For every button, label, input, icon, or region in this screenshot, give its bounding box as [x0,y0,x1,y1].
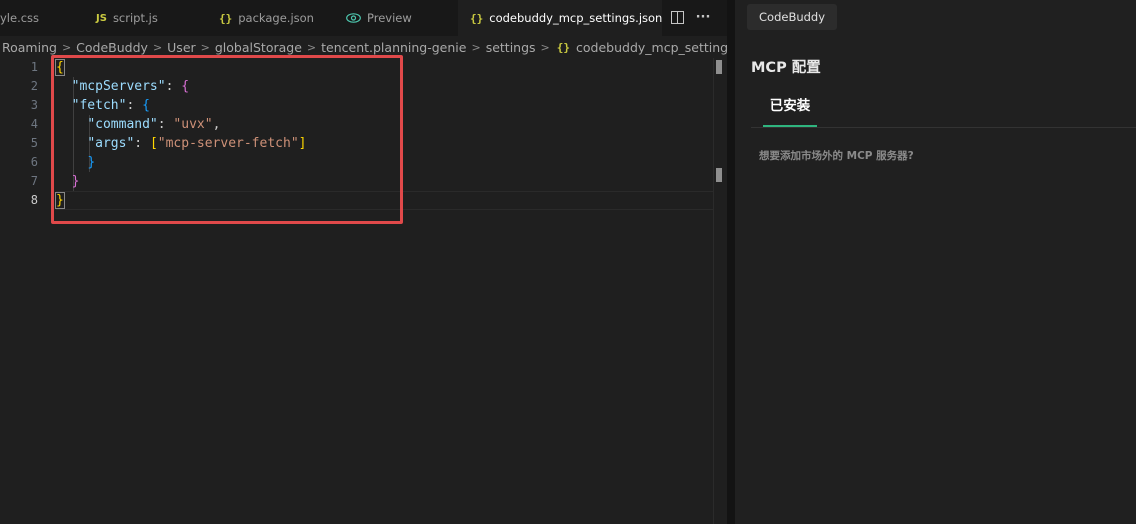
preview-eye-icon [346,13,361,23]
tab-label: script.js [112,11,158,25]
line-number: 6 [30,155,38,169]
line-number: 7 [30,174,38,188]
chevron-right-icon: > [152,40,163,54]
add-external-mcp-link[interactable]: 想要添加市场外的 MCP 服务器? [759,148,914,163]
line-number: 3 [30,98,38,112]
chevron-right-icon: > [540,40,550,54]
chevron-right-icon: > [200,40,210,54]
json-file-icon: {} [470,11,484,25]
tab-package-json[interactable]: {} package.json [219,0,329,36]
line-number: 8 [30,193,38,207]
line-number: 5 [30,136,38,150]
breadcrumb-item[interactable]: globalStorage [213,40,304,55]
breadcrumb-item[interactable]: codebuddy_mcp_settings.json [574,40,727,55]
tab-divider [751,127,1136,128]
panel-title: MCP 配置 [751,60,821,76]
breadcrumb-item[interactable]: Roaming [0,40,59,55]
tab-script-js[interactable]: JS script.js [96,0,196,36]
json-file-icon: {} [556,40,571,54]
js-file-icon: JS [96,12,107,24]
tab-label: yle.css [0,11,40,25]
line-number-gutter: 1 2 3 4 5 6 7 8 [0,58,50,210]
scrollbar-marker [716,60,722,74]
red-highlight-box [51,55,403,224]
tab-codebuddy-mcp-settings[interactable]: {} codebuddy_mcp_settings.json [458,0,662,36]
breadcrumb-item[interactable]: settings [484,40,538,55]
breadcrumb-item[interactable]: tencent.planning-genie [319,40,468,55]
chevron-right-icon: > [61,40,72,54]
editor-area: yle.css JS script.js {} package.json Pre… [0,0,727,524]
line-number: 2 [30,79,38,93]
json-file-icon: {} [219,11,233,25]
tab-preview[interactable]: Preview [346,0,436,36]
panel-divider[interactable] [727,0,735,524]
scrollbar-marker [716,168,722,182]
line-number: 1 [30,60,38,74]
line-number: 4 [30,117,38,131]
vertical-scrollbar[interactable] [713,58,727,524]
more-actions-icon[interactable]: ··· [695,9,711,25]
tab-label: package.json [238,11,314,25]
codebuddy-panel: CodeBuddy MCP 配置 已安装 想要添加市场外的 MCP 服务器? [735,0,1136,524]
panel-tab-codebuddy[interactable]: CodeBuddy [747,4,838,30]
split-editor-icon[interactable] [669,9,685,25]
breadcrumb-item[interactable]: CodeBuddy [74,40,150,55]
tab-label: codebuddy_mcp_settings.json [489,11,663,25]
tab-label: Preview [367,11,412,25]
tab-style-css[interactable]: yle.css [0,0,70,36]
tab-bar: yle.css JS script.js {} package.json Pre… [0,0,727,36]
breadcrumb-item[interactable]: User [165,40,198,55]
chevron-right-icon: > [471,40,481,54]
chevron-right-icon: > [306,40,317,54]
tab-installed[interactable]: 已安装 [763,94,817,114]
